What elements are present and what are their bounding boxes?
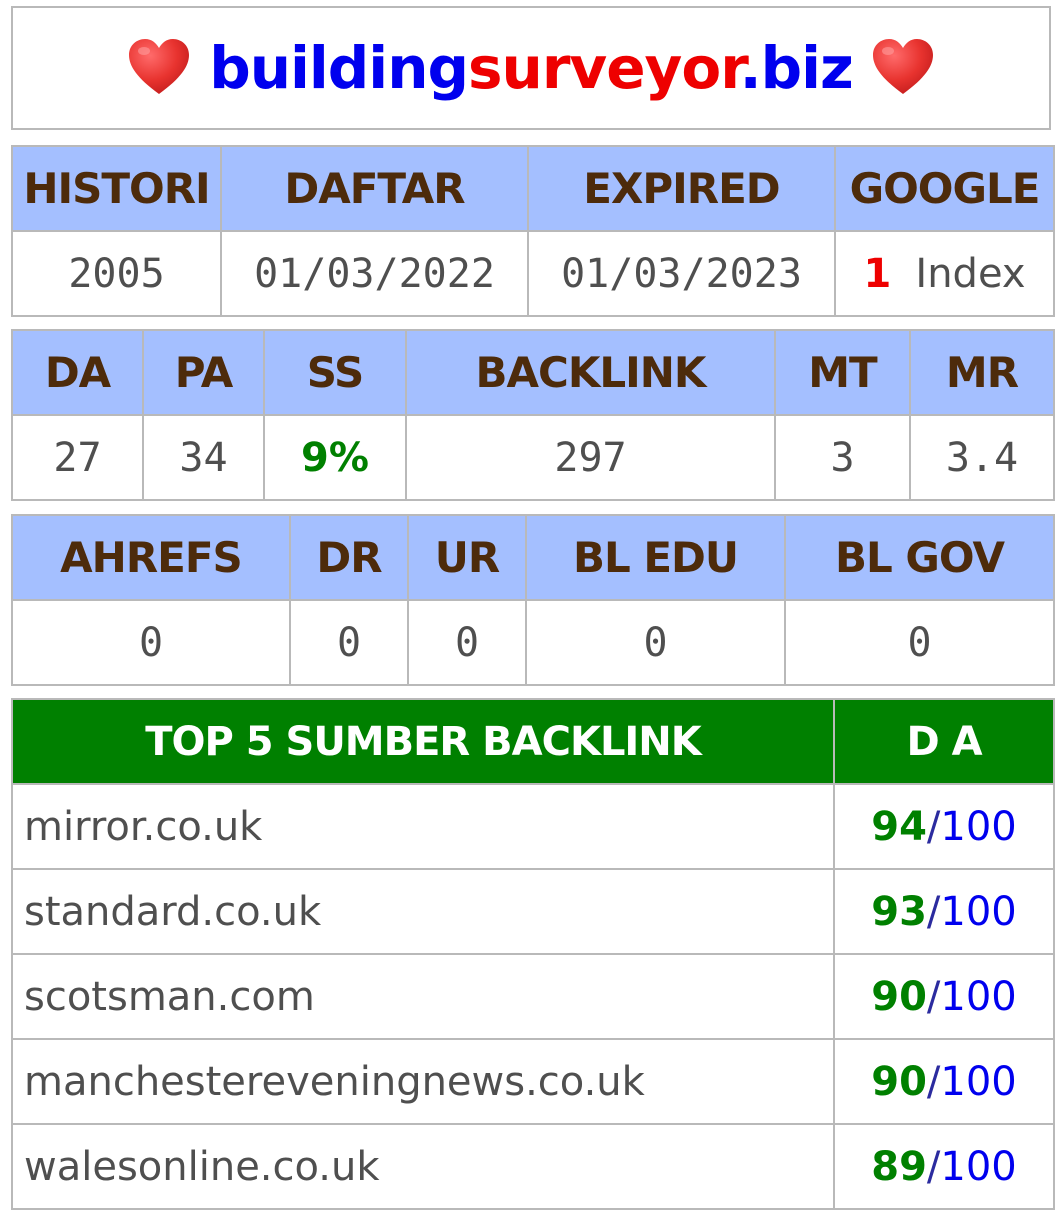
header-backlink: BACKLINK	[405, 329, 776, 416]
backlink-domain[interactable]: scotsman.com	[11, 953, 835, 1040]
da-max: 100	[940, 803, 1017, 850]
value-pa: 34	[142, 414, 265, 501]
table-row: mirror.co.uk 94/100	[11, 783, 1055, 870]
ahrefs-metrics-table: AHREFS DR UR BL EDU BL GOV 0 0 0 0 0	[11, 514, 1055, 686]
header-ur: UR	[407, 514, 527, 601]
table-row: standard.co.uk 93/100	[11, 868, 1055, 955]
header-daftar: DAFTAR	[220, 145, 529, 232]
header-histori: HISTORI	[11, 145, 222, 232]
top-backlinks-table: TOP 5 SUMBER BACKLINK D A mirror.co.uk 9…	[11, 698, 1055, 1210]
da-value: 94	[871, 803, 927, 850]
backlink-domain[interactable]: walesonline.co.uk	[11, 1123, 835, 1210]
da-value: 90	[871, 1058, 927, 1105]
da-separator: /	[926, 1143, 941, 1190]
google-index-label: Index	[915, 250, 1026, 297]
value-dr: 0	[289, 599, 409, 686]
backlink-domain[interactable]: manchestereveningnews.co.uk	[11, 1038, 835, 1125]
da-max: 100	[940, 1058, 1017, 1105]
value-mr: 3.4	[909, 414, 1055, 501]
header-mt: MT	[774, 329, 911, 416]
heart-icon	[127, 36, 191, 100]
da-separator: /	[926, 803, 941, 850]
backlink-domain[interactable]: standard.co.uk	[11, 868, 835, 955]
value-bl-edu: 0	[525, 599, 786, 686]
domain-history-table: HISTORI DAFTAR EXPIRED GOOGLE 2005 01/03…	[11, 145, 1055, 317]
value-da: 27	[11, 414, 144, 501]
da-max: 100	[940, 973, 1017, 1020]
value-backlink: 297	[405, 414, 776, 501]
da-value: 90	[871, 973, 927, 1020]
header-dr: DR	[289, 514, 409, 601]
table-row: manchestereveningnews.co.uk 90/100	[11, 1038, 1055, 1125]
backlink-da: 90/100	[833, 1038, 1055, 1125]
title-part-tld: .biz	[739, 34, 854, 102]
value-expired: 01/03/2023	[527, 230, 836, 317]
table-row: scotsman.com 90/100	[11, 953, 1055, 1040]
value-daftar: 01/03/2022	[220, 230, 529, 317]
da-separator: /	[926, 973, 941, 1020]
header-mr: MR	[909, 329, 1055, 416]
backlink-da: 94/100	[833, 783, 1055, 870]
header-pa: PA	[142, 329, 265, 416]
header-da-score: D A	[833, 698, 1055, 785]
da-max: 100	[940, 1143, 1017, 1190]
value-histori: 2005	[11, 230, 222, 317]
heart-icon	[871, 36, 935, 100]
header-top-sources: TOP 5 SUMBER BACKLINK	[11, 698, 835, 785]
value-bl-gov: 0	[784, 599, 1055, 686]
backlink-da: 90/100	[833, 953, 1055, 1040]
header-ahrefs: AHREFS	[11, 514, 291, 601]
da-separator: /	[926, 1058, 941, 1105]
header-da: DA	[11, 329, 144, 416]
header-ss: SS	[263, 329, 407, 416]
da-value: 89	[871, 1143, 927, 1190]
backlink-domain[interactable]: mirror.co.uk	[11, 783, 835, 870]
value-mt: 3	[774, 414, 911, 501]
backlink-da: 93/100	[833, 868, 1055, 955]
value-ur: 0	[407, 599, 527, 686]
google-index-count: 1	[863, 250, 892, 297]
value-google: 1 Index	[834, 230, 1055, 317]
spam-score: 9%	[301, 434, 369, 481]
da-max: 100	[940, 888, 1017, 935]
value-ahrefs: 0	[11, 599, 291, 686]
moz-metrics-table: DA PA SS BACKLINK MT MR 27 34 9% 297 3 3…	[11, 329, 1055, 501]
site-title[interactable]: buildingsurveyor.biz	[209, 34, 854, 102]
da-separator: /	[926, 888, 941, 935]
backlink-da: 89/100	[833, 1123, 1055, 1210]
table-row: walesonline.co.uk 89/100	[11, 1123, 1055, 1210]
value-ss: 9%	[263, 414, 407, 501]
header-bl-edu: BL EDU	[525, 514, 786, 601]
title-part-building: building	[209, 34, 469, 102]
da-value: 93	[871, 888, 927, 935]
header-expired: EXPIRED	[527, 145, 836, 232]
site-title-banner: buildingsurveyor.biz	[11, 6, 1051, 130]
header-google: GOOGLE	[834, 145, 1055, 232]
header-bl-gov: BL GOV	[784, 514, 1055, 601]
title-part-surveyor: surveyor	[468, 34, 741, 102]
